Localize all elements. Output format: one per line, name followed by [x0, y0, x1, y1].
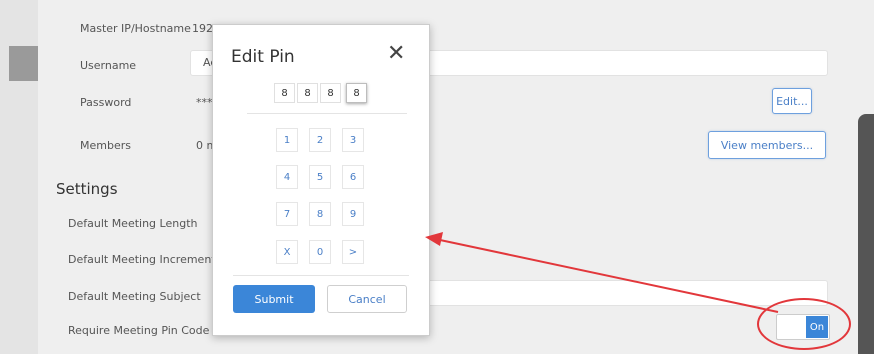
default-meeting-subject-field[interactable] — [420, 280, 828, 306]
submit-button[interactable]: Submit — [233, 285, 315, 313]
keypad-key-7[interactable]: 7 — [276, 202, 298, 226]
dialog-footer-divider — [233, 275, 409, 276]
password-label: Password — [80, 96, 132, 109]
keypad-key-1[interactable]: 1 — [276, 128, 298, 152]
require-pin-label: Require Meeting Pin Code — [68, 324, 210, 337]
annotation-circle — [757, 298, 851, 350]
vertical-scrollbar[interactable] — [858, 114, 874, 354]
keypad-key-4[interactable]: 4 — [276, 165, 298, 189]
pin-digit-1[interactable]: 8 — [274, 83, 295, 103]
dialog-divider — [247, 113, 407, 114]
keypad-key-0[interactable]: 0 — [309, 240, 331, 264]
password-value: *** — [196, 96, 213, 109]
left-panel-tab[interactable] — [9, 46, 38, 81]
settings-heading: Settings — [56, 180, 118, 198]
cancel-button[interactable]: Cancel — [327, 285, 407, 313]
default-meeting-length-label: Default Meeting Length — [68, 217, 198, 230]
master-ip-value: 192 — [192, 22, 213, 35]
close-icon[interactable]: ✕ — [387, 43, 405, 65]
keypad-key-8[interactable]: 8 — [309, 202, 331, 226]
default-meeting-subject-label: Default Meeting Subject — [68, 290, 201, 303]
view-members-button[interactable]: View members... — [708, 131, 826, 159]
keypad-key-9[interactable]: 9 — [342, 202, 364, 226]
edit-password-button[interactable]: Edit... — [772, 88, 812, 114]
username-label: Username — [80, 59, 137, 72]
default-meeting-increment-label: Default Meeting Increment — [68, 253, 216, 266]
pin-digit-4[interactable]: 8 — [346, 83, 367, 103]
keypad-key-6[interactable]: 6 — [342, 165, 364, 189]
keypad-key-3[interactable]: 3 — [342, 128, 364, 152]
pin-digit-2[interactable]: 8 — [297, 83, 318, 103]
keypad-key-clear[interactable]: X — [276, 240, 298, 264]
keypad-key-2[interactable]: 2 — [309, 128, 331, 152]
pin-digit-3[interactable]: 8 — [320, 83, 341, 103]
dialog-title: Edit Pin — [231, 47, 295, 67]
edit-pin-dialog: Edit Pin ✕ 8 8 8 8 1 2 3 4 5 6 7 8 9 X 0… — [212, 24, 430, 336]
members-label: Members — [80, 139, 131, 152]
keypad-key-5[interactable]: 5 — [309, 165, 331, 189]
master-ip-label: Master IP/Hostname — [80, 22, 191, 35]
keypad-key-next[interactable]: > — [342, 240, 364, 264]
